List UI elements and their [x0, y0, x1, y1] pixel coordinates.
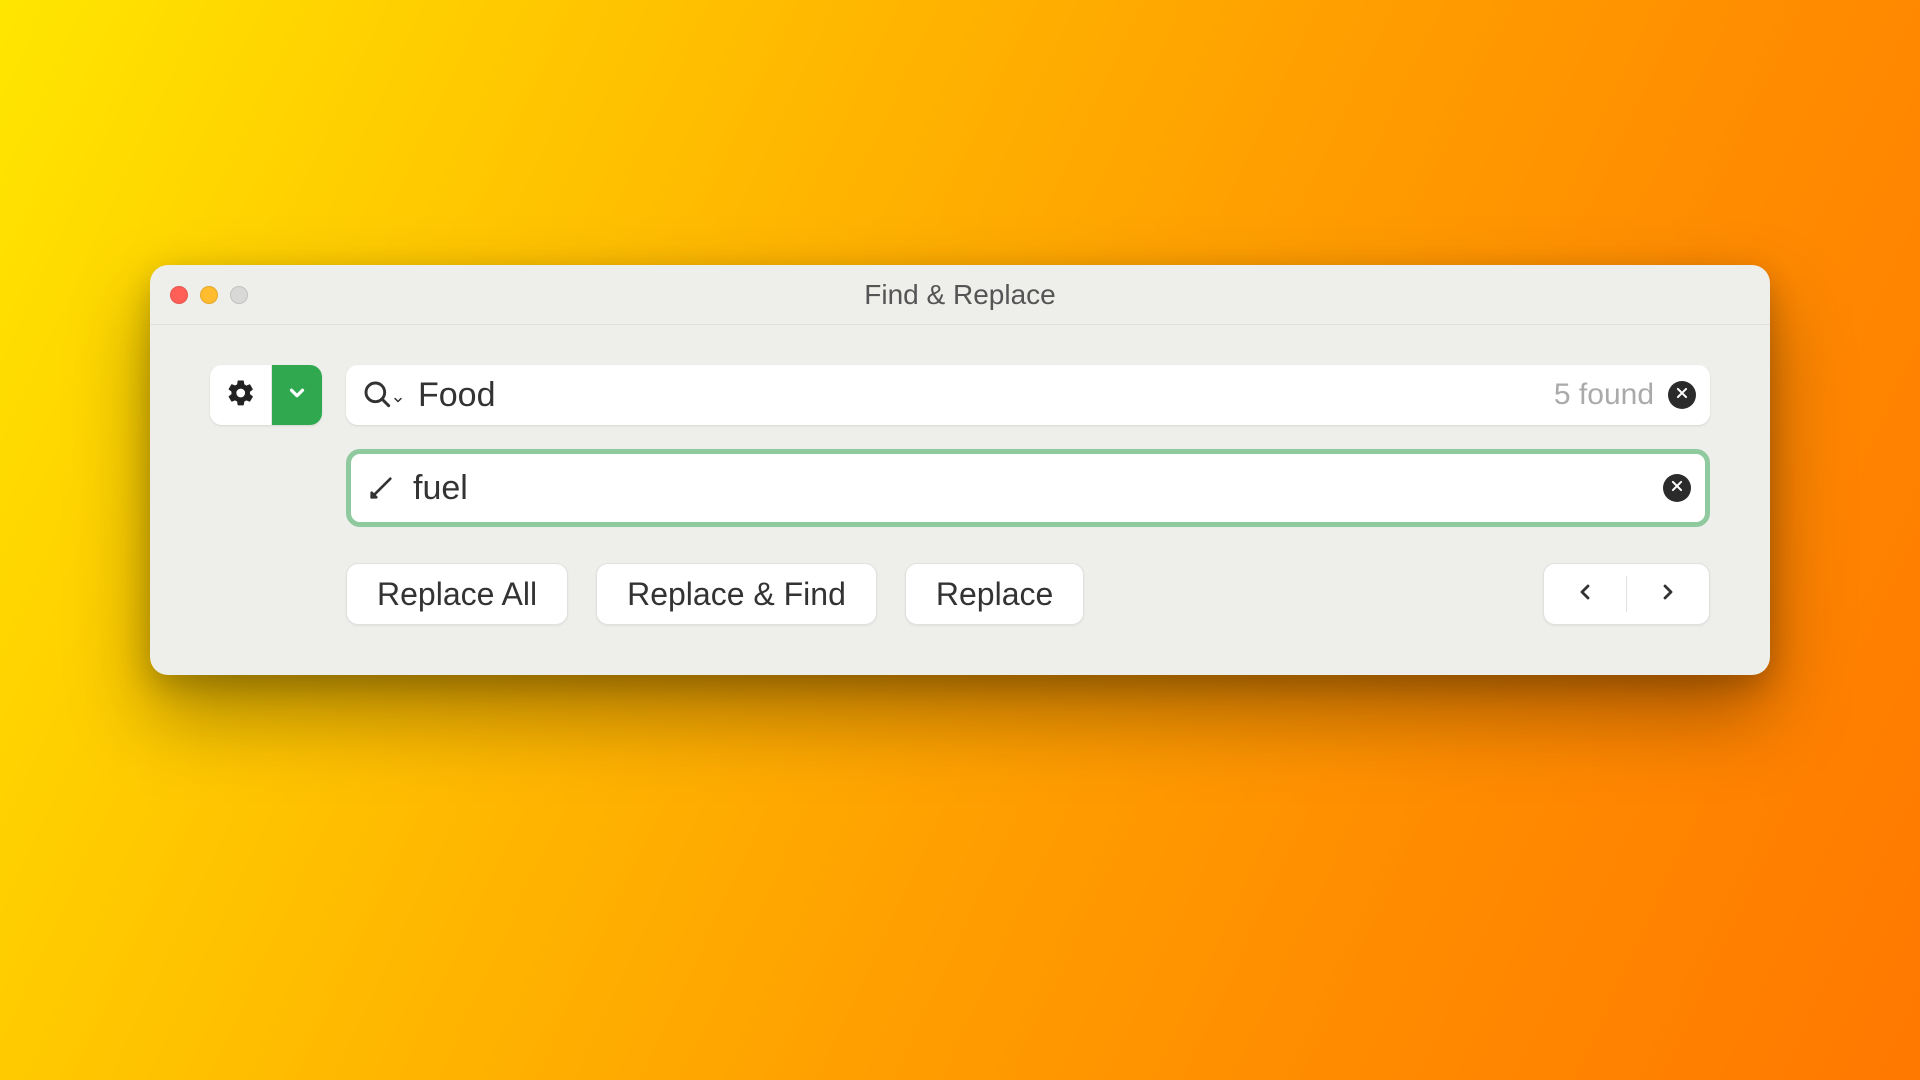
replace-field[interactable]	[346, 449, 1710, 527]
buttons-row: Replace All Replace & Find Replace	[346, 563, 1710, 625]
traffic-lights	[170, 286, 248, 304]
close-window-button[interactable]	[170, 286, 188, 304]
search-menu-icon[interactable]	[362, 379, 404, 411]
next-match-button[interactable]	[1627, 564, 1709, 624]
close-icon	[1670, 479, 1684, 498]
minimize-window-button[interactable]	[200, 286, 218, 304]
titlebar: Find & Replace	[150, 265, 1770, 325]
replace-and-find-button[interactable]: Replace & Find	[596, 563, 877, 625]
maximize-window-button	[230, 286, 248, 304]
prev-match-button[interactable]	[1544, 564, 1626, 624]
mode-dropdown-button[interactable]	[272, 365, 322, 425]
chevron-down-icon	[286, 382, 308, 409]
find-replace-window: Find & Replace	[150, 265, 1770, 675]
replace-button[interactable]: Replace	[905, 563, 1084, 625]
options-control-group	[210, 365, 322, 425]
search-input[interactable]	[418, 376, 1554, 415]
chevron-left-icon	[1573, 580, 1597, 609]
replace-row	[346, 449, 1710, 527]
found-count: 5 found	[1554, 378, 1654, 412]
gear-icon	[226, 378, 256, 413]
search-field[interactable]: 5 found	[346, 365, 1710, 425]
chevron-right-icon	[1656, 580, 1680, 609]
close-icon	[1675, 386, 1689, 405]
window-title: Find & Replace	[150, 279, 1770, 311]
replace-input[interactable]	[413, 469, 1663, 508]
clear-search-button[interactable]	[1668, 381, 1696, 409]
search-row: 5 found	[210, 365, 1710, 425]
pencil-icon	[367, 474, 395, 502]
clear-replace-button[interactable]	[1663, 474, 1691, 502]
settings-button[interactable]	[210, 365, 272, 425]
content-area: 5 found	[150, 325, 1770, 675]
replace-all-button[interactable]: Replace All	[346, 563, 568, 625]
nav-group	[1543, 563, 1710, 625]
